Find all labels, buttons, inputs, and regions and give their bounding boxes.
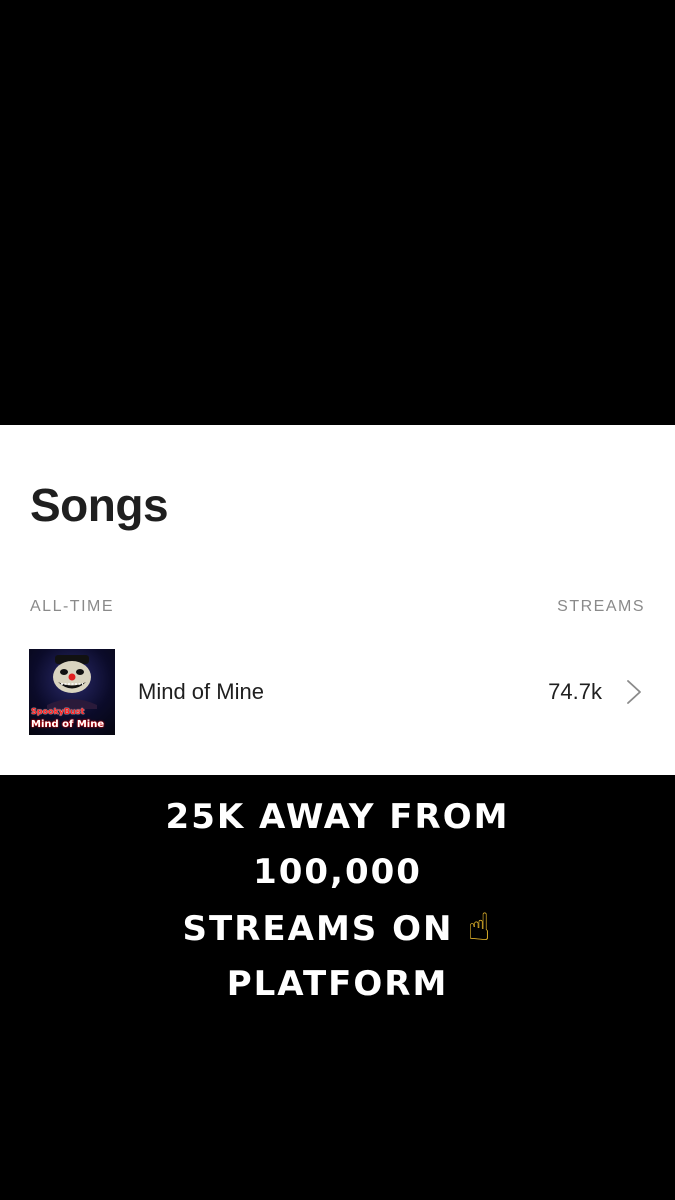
all-time-header: ALL-TIME	[30, 598, 115, 615]
caption-line-1: 25K AWAY FROM	[165, 797, 510, 837]
chevron-right-icon[interactable]	[624, 679, 644, 705]
streams-header: STREAMS	[557, 598, 645, 615]
caption-text: 25K AWAY FROM 100,000 STREAMS ON ☝ PLATF…	[0, 790, 675, 1012]
song-title: Mind of Mine	[138, 679, 264, 704]
song-row[interactable]: SpookyBust Mind of Mine Mind of Mine 74.…	[0, 647, 675, 739]
pointing-up-icon: ☝	[467, 905, 493, 949]
caption-line-2: 100,000	[253, 852, 422, 892]
caption-line-3: STREAMS ON	[182, 909, 454, 949]
song-streams-count: 74.7k	[548, 679, 602, 704]
cover-title-text: Mind of Mine	[31, 719, 105, 730]
caption-line-4: PLATFORM	[226, 964, 449, 1004]
songs-card: Songs ALL-TIME STREAMS SpookyBust Mind o…	[0, 425, 675, 775]
songs-title: Songs	[30, 479, 169, 531]
top-black-area	[0, 0, 675, 425]
album-cover: SpookyBust Mind of Mine	[29, 649, 115, 735]
caption-line-3-wrap: STREAMS ON ☝	[0, 900, 675, 957]
cover-artist-text: SpookyBust	[31, 707, 85, 716]
